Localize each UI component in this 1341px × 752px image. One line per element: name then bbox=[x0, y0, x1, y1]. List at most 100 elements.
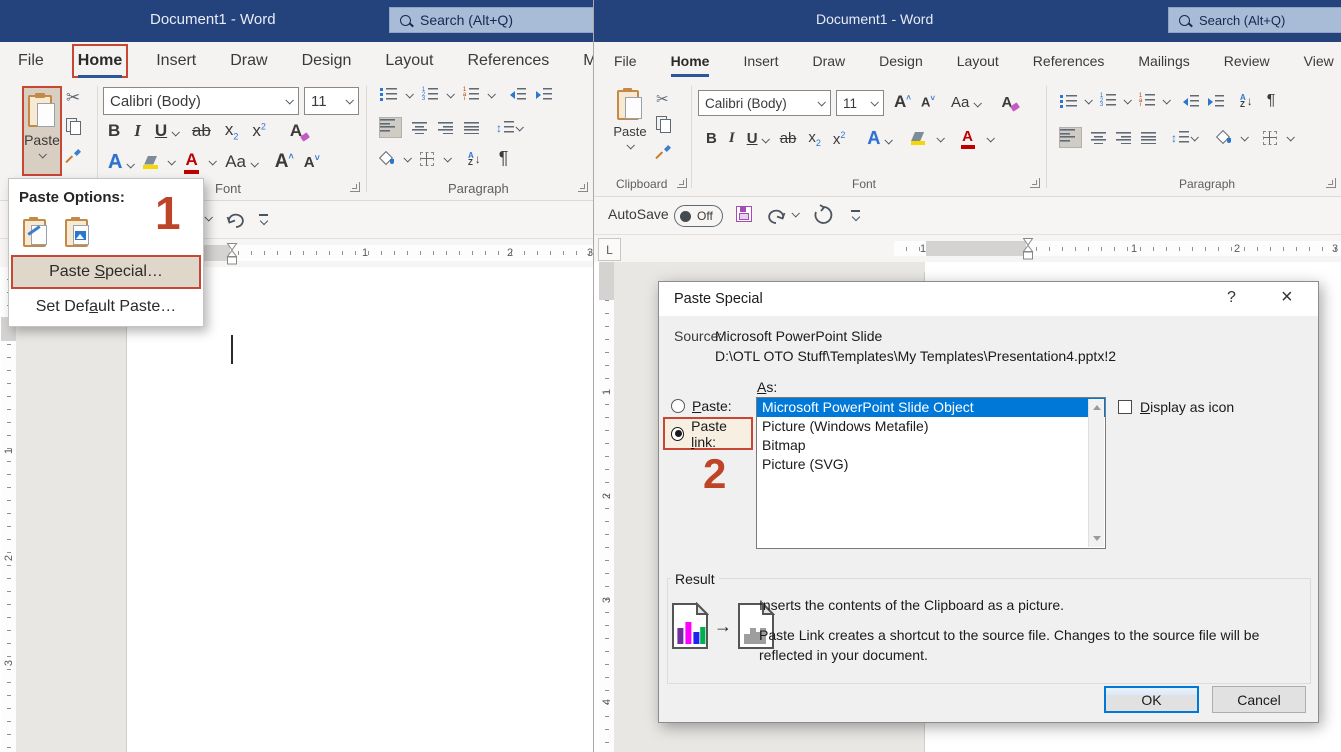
dialog-titlebar[interactable]: Paste Special ? × bbox=[659, 282, 1318, 316]
customize-qat-icon[interactable] bbox=[850, 210, 862, 220]
borders-button[interactable] bbox=[420, 152, 434, 166]
paragraph-dialog-launcher[interactable] bbox=[1326, 178, 1336, 188]
tab-file[interactable]: File bbox=[612, 49, 639, 73]
list-item[interactable]: Microsoft PowerPoint Slide Object bbox=[757, 398, 1105, 417]
horizontal-ruler[interactable]: 1 2 3 bbox=[200, 245, 593, 261]
increase-indent-button[interactable] bbox=[1207, 95, 1224, 108]
ok-button[interactable]: OK bbox=[1104, 686, 1199, 713]
indent-markers[interactable] bbox=[226, 242, 238, 266]
show-hide-pilcrow-button[interactable]: ¶ bbox=[1267, 92, 1276, 110]
underline-button[interactable]: U bbox=[747, 130, 768, 147]
tab-design[interactable]: Design bbox=[300, 48, 354, 74]
multilevel-list-button[interactable]: 1 a i bbox=[462, 88, 479, 102]
numbered-list-button[interactable]: 1 2 3 bbox=[421, 88, 438, 102]
cut-button[interactable]: ✂ bbox=[66, 88, 80, 108]
font-dialog-launcher[interactable] bbox=[1030, 178, 1040, 188]
horizontal-ruler[interactable]: 1 1 2 3 bbox=[894, 241, 1341, 256]
change-case-button[interactable]: Aa bbox=[225, 152, 257, 172]
align-justify-button[interactable] bbox=[464, 121, 479, 134]
indent-markers[interactable] bbox=[1022, 237, 1034, 261]
cancel-button[interactable]: Cancel bbox=[1212, 686, 1306, 713]
borders-button[interactable] bbox=[1263, 131, 1277, 145]
tab-insert[interactable]: Insert bbox=[741, 49, 780, 73]
paragraph-dialog-launcher[interactable] bbox=[578, 182, 588, 192]
line-spacing-button[interactable]: ↕ bbox=[496, 121, 522, 135]
show-hide-pilcrow-button[interactable]: ¶ bbox=[499, 148, 509, 169]
strikethrough-button[interactable]: ab bbox=[192, 121, 211, 141]
increase-indent-button[interactable] bbox=[535, 88, 552, 101]
paste-button[interactable]: Paste bbox=[22, 86, 62, 176]
align-center-button[interactable] bbox=[412, 121, 427, 134]
tab-file[interactable]: File bbox=[16, 48, 46, 74]
align-right-button[interactable] bbox=[438, 121, 453, 134]
change-case-button[interactable]: Aa bbox=[951, 94, 980, 111]
grow-font-button[interactable]: A˄ bbox=[275, 151, 294, 173]
font-size-combo[interactable]: 11 bbox=[836, 90, 884, 116]
highlight-button[interactable] bbox=[143, 156, 158, 169]
tab-mailings[interactable]: Mailings bbox=[1136, 49, 1191, 73]
undo-dropdown-icon[interactable] bbox=[791, 209, 799, 217]
numbered-list-button[interactable]: 1 2 3 bbox=[1099, 94, 1116, 108]
decrease-indent-button[interactable] bbox=[509, 88, 526, 101]
undo-icon[interactable] bbox=[766, 204, 788, 226]
font-dialog-launcher[interactable] bbox=[350, 182, 360, 192]
paste-as-picture-icon[interactable] bbox=[65, 217, 93, 247]
strikethrough-button[interactable]: ab bbox=[780, 130, 797, 147]
document-area[interactable]: 1 2 3 bbox=[0, 267, 593, 752]
shrink-font-button[interactable]: A˅ bbox=[921, 94, 935, 109]
sort-button[interactable]: AZ↓ bbox=[1240, 94, 1253, 108]
copy-button[interactable] bbox=[66, 118, 81, 134]
tab-home[interactable]: Home bbox=[76, 48, 124, 74]
grow-font-button[interactable]: A˄ bbox=[894, 92, 911, 112]
redo-icon[interactable] bbox=[224, 208, 246, 230]
redo-icon[interactable] bbox=[812, 204, 834, 226]
customize-qat-icon[interactable] bbox=[258, 214, 270, 224]
copy-button[interactable] bbox=[656, 116, 671, 132]
search-box[interactable]: Search (Alt+Q) bbox=[1168, 7, 1341, 33]
list-item[interactable]: Picture (SVG) bbox=[757, 455, 1105, 474]
page[interactable] bbox=[127, 273, 593, 752]
bullet-list-button[interactable] bbox=[380, 88, 397, 101]
decrease-indent-button[interactable] bbox=[1182, 95, 1199, 108]
paste-special-menu-item[interactable]: Paste Special… bbox=[11, 255, 201, 289]
subscript-button[interactable]: x2 bbox=[808, 129, 821, 148]
list-item[interactable]: Picture (Windows Metafile) bbox=[757, 417, 1105, 436]
tab-view[interactable]: View bbox=[1302, 49, 1336, 73]
vertical-ruler[interactable]: 1 2 3 bbox=[1, 267, 16, 752]
italic-button[interactable]: I bbox=[134, 121, 141, 141]
list-item[interactable]: Bitmap bbox=[757, 436, 1105, 455]
text-effects-button[interactable]: A bbox=[108, 151, 133, 174]
tab-home[interactable]: Home bbox=[669, 49, 712, 73]
tab-draw[interactable]: Draw bbox=[228, 48, 269, 74]
scroll-up-icon[interactable] bbox=[1093, 405, 1101, 410]
bold-button[interactable]: B bbox=[108, 121, 120, 141]
listbox-scrollbar[interactable] bbox=[1088, 399, 1104, 547]
tab-layout[interactable]: Layout bbox=[383, 48, 435, 74]
highlight-button[interactable] bbox=[911, 132, 925, 145]
font-name-combo[interactable]: Calibri (Body) bbox=[103, 87, 299, 115]
align-left-button[interactable] bbox=[380, 118, 401, 137]
vertical-ruler[interactable]: 1 2 3 4 bbox=[599, 262, 614, 752]
display-as-icon-checkbox[interactable]: Display as icon bbox=[1118, 399, 1234, 415]
font-color-button[interactable]: A bbox=[184, 150, 199, 174]
save-icon[interactable] bbox=[736, 206, 752, 222]
font-color-button[interactable]: A bbox=[961, 128, 975, 149]
tab-insert[interactable]: Insert bbox=[154, 48, 198, 74]
undo-dropdown-icon[interactable] bbox=[204, 213, 212, 221]
align-center-button[interactable] bbox=[1091, 131, 1106, 144]
paste-link-radio[interactable]: Paste link: bbox=[665, 418, 751, 450]
italic-button[interactable]: I bbox=[729, 130, 735, 147]
paste-button[interactable]: Paste bbox=[612, 88, 648, 172]
scroll-down-icon[interactable] bbox=[1093, 536, 1101, 541]
close-icon[interactable]: × bbox=[1281, 286, 1293, 309]
subscript-button[interactable]: x2 bbox=[225, 120, 239, 141]
tab-layout[interactable]: Layout bbox=[955, 49, 1001, 73]
clear-formatting-button[interactable]: A bbox=[290, 121, 302, 141]
help-icon[interactable]: ? bbox=[1227, 289, 1236, 307]
tab-draw[interactable]: Draw bbox=[810, 49, 847, 73]
align-left-button[interactable] bbox=[1060, 128, 1081, 147]
autosave-toggle[interactable]: Off bbox=[674, 205, 723, 227]
tab-design[interactable]: Design bbox=[877, 49, 925, 73]
text-effects-button[interactable]: A bbox=[867, 128, 890, 149]
cut-button[interactable]: ✂ bbox=[656, 90, 669, 108]
